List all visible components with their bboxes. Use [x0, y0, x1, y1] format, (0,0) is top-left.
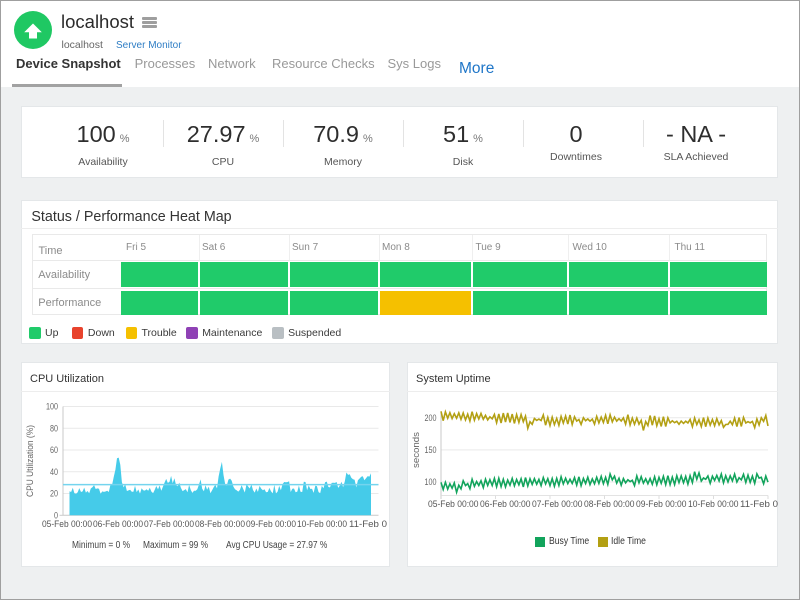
svg-text:08-Feb 00:00: 08-Feb 00:00: [584, 499, 635, 510]
svg-text:seconds: seconds: [411, 431, 421, 468]
svg-text:06-Feb 00:00: 06-Feb 00:00: [480, 499, 531, 510]
svg-text:05-Feb 00:00: 05-Feb 00:00: [42, 519, 92, 530]
svg-text:10-Feb 00:00: 10-Feb 00:00: [688, 499, 739, 510]
svg-text:40: 40: [50, 467, 58, 477]
svg-text:60: 60: [50, 445, 58, 455]
svg-text:06-Feb 00:00: 06-Feb 00:00: [93, 519, 143, 530]
svg-text:07-Feb 00:00: 07-Feb 00:00: [532, 499, 583, 510]
svg-text:80: 80: [50, 423, 58, 433]
svg-text:09-Feb 00:00: 09-Feb 00:00: [246, 519, 296, 530]
svg-text:08-Feb 00:00: 08-Feb 00:00: [195, 519, 245, 530]
svg-text:150: 150: [425, 445, 437, 455]
svg-text:20: 20: [50, 489, 58, 499]
svg-text:CPU Utilization (%): CPU Utilization (%): [25, 425, 35, 497]
svg-text:200: 200: [425, 413, 437, 423]
svg-text:11-Feb 0: 11-Feb 0: [740, 499, 778, 510]
svg-text:11-Feb 0: 11-Feb 0: [349, 519, 387, 530]
svg-text:10-Feb 00:00: 10-Feb 00:00: [297, 519, 347, 530]
svg-text:05-Feb 00:00: 05-Feb 00:00: [428, 499, 479, 510]
svg-text:100: 100: [425, 477, 437, 487]
svg-text:07-Feb 00:00: 07-Feb 00:00: [144, 519, 194, 530]
svg-text:100: 100: [46, 402, 58, 412]
svg-text:09-Feb 00:00: 09-Feb 00:00: [636, 499, 687, 510]
